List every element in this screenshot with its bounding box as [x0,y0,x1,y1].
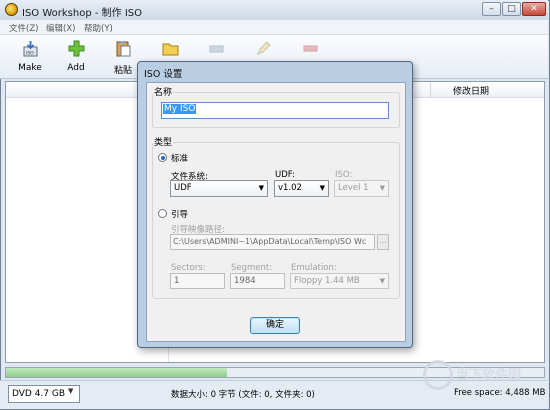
dialog-title: ISO 设置 [144,69,183,80]
data-size-status: 数据大小: 0 字节 (文件: 0, 文件夹: 0) [171,390,315,400]
menu-file[interactable]: 文件(Z) [9,22,38,34]
sectors-input[interactable]: 1 [170,273,225,289]
column-header-modified-date[interactable]: 修改日期 [453,84,489,97]
free-space-status: Free space: 4,488 MB [454,388,546,398]
menu-bar [0,20,548,35]
column-separator[interactable] [430,82,431,98]
segment-label: Segment: [231,263,273,273]
edit-pencil-icon [257,41,271,55]
watermark-logo [423,360,453,390]
boot-image-path-input[interactable]: C:\Users\ADMINI~1\AppData\Local\Temp\ISO… [170,234,375,250]
menu-help[interactable]: 帮助(Y) [84,22,113,34]
window-title: ISO Workshop - 制作 ISO [22,8,142,19]
segment-input[interactable]: 1984 [230,273,285,289]
iso-level-value: Level 1 [338,183,369,193]
sectors-label: Sectors: [171,263,206,273]
filesystem-value: UDF [174,183,192,193]
type-group-label: 类型 [153,135,174,148]
iso-level-label: ISO: [335,170,353,180]
paste-icon [116,41,131,57]
close-button[interactable]: ✕ [522,2,546,16]
menu-edit[interactable]: 编辑(X) [46,22,75,34]
udf-label: UDF: [275,170,295,180]
chevron-down-icon: ▼ [379,277,385,285]
emulation-select[interactable]: Floppy 1.44 MB ▼ [290,273,389,289]
emulation-label: Emulation: [291,263,337,273]
chevron-down-icon: ▼ [68,387,74,395]
udf-version-select[interactable]: v1.02 ▼ [274,180,329,197]
minimize-button[interactable]: – [482,2,501,16]
svg-text:ISO: ISO [26,51,34,57]
extract-icon [209,45,224,53]
iso-make-icon: ISO [23,41,38,57]
standard-radio-label[interactable]: 标准 [171,152,188,164]
boot-radio[interactable] [158,209,167,218]
folder-icon [162,43,179,56]
browse-button[interactable]: ... [377,234,389,250]
emulation-value: Floppy 1.44 MB [294,276,360,286]
standard-radio[interactable] [158,153,167,162]
maximize-button[interactable]: □ [502,2,521,16]
iso-name-value: My ISO [163,104,197,114]
iso-level-select[interactable]: Level 1 ▼ [334,180,389,197]
chevron-down-icon: ▼ [258,184,264,192]
add-button[interactable]: Add [56,37,96,77]
name-group-label: 名称 [153,85,174,98]
capacity-bar-fill [6,368,227,377]
app-icon [5,3,18,16]
iso-name-input[interactable]: My ISO [161,102,389,119]
chevron-down-icon: ▼ [379,184,385,192]
add-plus-icon [68,40,85,57]
add-label: Add [67,63,85,73]
make-label: Make [18,63,42,73]
boot-radio-label[interactable]: 引导 [171,208,188,220]
filesystem-select[interactable]: UDF ▼ [170,180,268,197]
chevron-down-icon: ▼ [319,184,325,192]
udf-version-value: v1.02 [278,183,302,193]
ok-button[interactable]: 确定 [250,317,300,334]
watermark-text: 当下软件园 [456,368,522,383]
make-button[interactable]: ISO Make [10,37,50,77]
delete-icon [303,45,318,52]
